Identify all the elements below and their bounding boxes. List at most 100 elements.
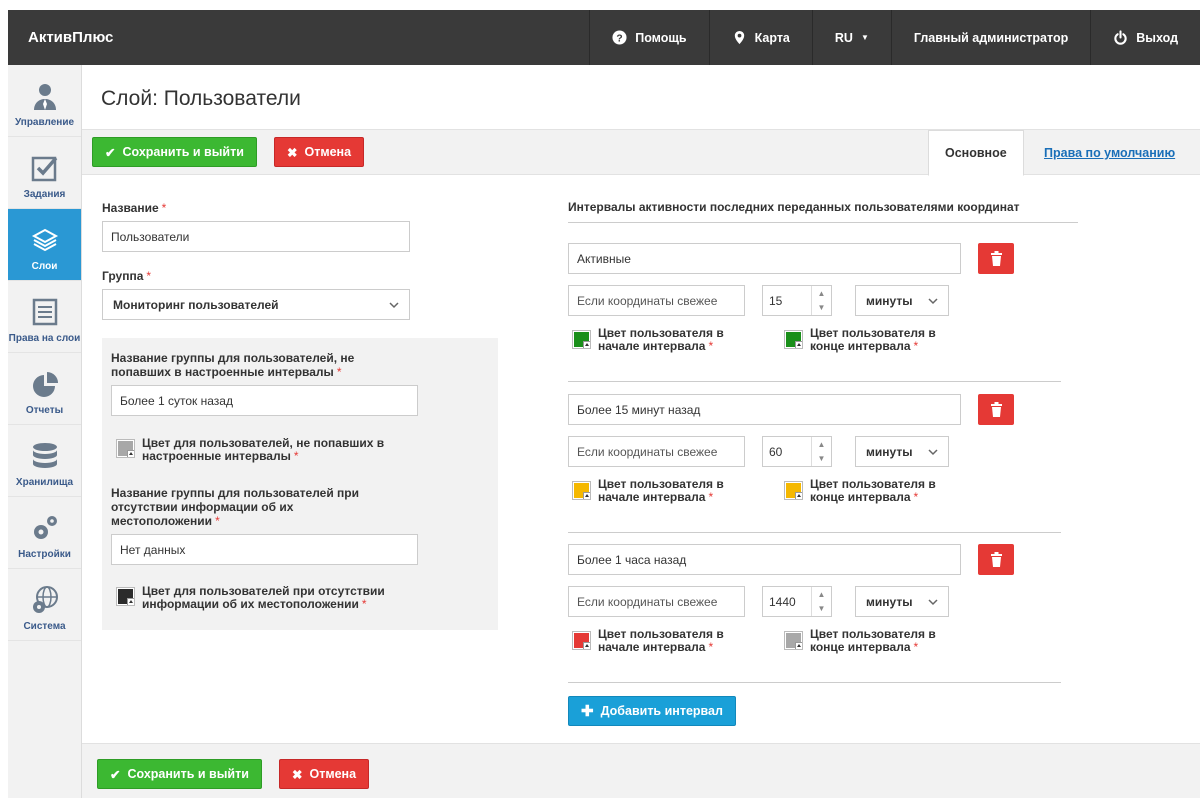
save-label: Сохранить и выйти xyxy=(122,145,244,159)
sidebar-item-label: Настройки xyxy=(18,549,71,560)
map-link[interactable]: Карта xyxy=(708,10,812,65)
stepper-up-icon[interactable]: ▲ xyxy=(812,286,831,301)
caret-down-icon: ▼ xyxy=(860,33,869,42)
sidebar-item-settings[interactable]: Настройки xyxy=(8,497,81,569)
bottom-cancel-button[interactable]: ✖ Отмена xyxy=(279,759,370,789)
logout-link[interactable]: Выход xyxy=(1090,10,1200,65)
end-color-picker[interactable] xyxy=(784,631,803,650)
stepper-value: 15 xyxy=(769,293,783,308)
trash-icon xyxy=(990,402,1002,417)
language-label: RU xyxy=(834,30,853,45)
unit-select-value: минуты xyxy=(866,444,913,459)
fresher-than-input[interactable]: Если координаты свежее xyxy=(568,586,745,617)
stepper-down-icon[interactable]: ▼ xyxy=(812,301,831,316)
pie-chart-icon xyxy=(32,372,58,397)
add-interval-button[interactable]: ✚ Добавить интервал xyxy=(568,696,736,726)
tab-main[interactable]: Основное xyxy=(928,130,1024,176)
stepper-down-icon[interactable]: ▼ xyxy=(812,452,831,467)
fresher-than-input[interactable]: Если координаты свежее xyxy=(568,436,745,467)
sidebar-item-system[interactable]: Система xyxy=(8,569,81,641)
sidebar-item-label: Задания xyxy=(23,189,66,200)
stepper-arrows: ▲ ▼ xyxy=(811,286,831,315)
outside-group-input[interactable]: Более 1 суток назад xyxy=(111,385,418,416)
plus-icon: ✚ xyxy=(581,703,594,720)
question-circle-icon: ? xyxy=(612,30,627,45)
sidebar-item-reports[interactable]: Отчеты xyxy=(8,353,81,425)
fresher-than-input[interactable]: Если координаты свежее xyxy=(568,285,745,316)
nodata-color-picker[interactable] xyxy=(116,587,135,606)
nodata-group-input[interactable]: Нет данных xyxy=(111,534,418,565)
picker-arrow-icon xyxy=(127,598,134,605)
sidebar-item-management[interactable]: Управление xyxy=(8,65,81,137)
user-icon xyxy=(33,84,56,110)
main-content: Слой: Пользователи ✔ Сохранить и выйти ✖… xyxy=(82,65,1200,798)
sidebar-item-storage[interactable]: Хранилища xyxy=(8,425,81,497)
stepper-arrows: ▲ ▼ xyxy=(811,587,831,616)
group-select[interactable]: Мониторинг пользователей xyxy=(102,289,410,320)
interval-minutes-stepper[interactable]: 60 ▲ ▼ xyxy=(762,436,832,467)
sidebar-item-label: Отчеты xyxy=(25,405,64,416)
group-select-value: Мониторинг пользователей xyxy=(113,297,279,312)
interval-minutes-stepper[interactable]: 1440 ▲ ▼ xyxy=(762,586,832,617)
save-and-exit-button[interactable]: ✔ Сохранить и выйти xyxy=(92,137,257,167)
interval-name-input[interactable]: Более 15 минут назад xyxy=(568,394,961,425)
tab-label: Права по умолчанию xyxy=(1044,146,1176,160)
app-brand[interactable]: АктивПлюс xyxy=(8,29,589,46)
close-icon: ✖ xyxy=(292,767,303,782)
name-label: Название * xyxy=(102,201,167,215)
delete-interval-button[interactable] xyxy=(978,394,1014,425)
interval-name-input[interactable]: Более 1 часа назад xyxy=(568,544,961,575)
end-color-label: Цвет пользователя в конце интервала * xyxy=(810,326,936,353)
start-color-picker[interactable] xyxy=(572,481,591,500)
user-menu[interactable]: Главный администратор xyxy=(890,10,1090,65)
tab-label: Основное xyxy=(945,146,1007,160)
interval-divider xyxy=(568,381,1061,382)
delete-interval-button[interactable] xyxy=(978,544,1014,575)
sidebar-item-label: Права на слои xyxy=(8,333,81,344)
stepper-down-icon[interactable]: ▼ xyxy=(812,602,831,617)
interval-unit-select[interactable]: минуты xyxy=(855,586,949,617)
interval-unit-select[interactable]: минуты xyxy=(855,285,949,316)
stepper-up-icon[interactable]: ▲ xyxy=(812,437,831,452)
checkbox-icon xyxy=(31,156,57,182)
picker-arrow-icon xyxy=(583,341,590,348)
interval-divider xyxy=(568,532,1061,533)
stepper-value: 1440 xyxy=(769,594,796,609)
tab-default-rights[interactable]: Права по умолчанию xyxy=(1044,130,1175,176)
interval-minutes-stepper[interactable]: 15 ▲ ▼ xyxy=(762,285,832,316)
picker-arrow-icon xyxy=(795,341,802,348)
chevron-down-icon xyxy=(928,297,938,304)
end-color-picker[interactable] xyxy=(784,481,803,500)
outside-color-label: Цвет для пользователей, не попавших в нас… xyxy=(142,436,385,463)
end-color-picker[interactable] xyxy=(784,330,803,349)
outside-group-label: Название группы для пользователей, не поп… xyxy=(111,351,355,379)
stepper-up-icon[interactable]: ▲ xyxy=(812,587,831,602)
bottom-save-and-exit-button[interactable]: ✔ Сохранить и выйти xyxy=(97,759,262,789)
chevron-down-icon xyxy=(928,598,938,605)
sidebar-item-layers[interactable]: Слои xyxy=(8,209,81,281)
start-color-picker[interactable] xyxy=(572,631,591,650)
add-interval-label: Добавить интервал xyxy=(600,704,723,718)
nodata-color-label: Цвет для пользователей при отсутствии инф… xyxy=(142,584,385,611)
delete-interval-button[interactable] xyxy=(978,243,1014,274)
outside-color-picker[interactable] xyxy=(116,439,135,458)
sidebar-item-tasks[interactable]: Задания xyxy=(8,137,81,209)
top-navbar: АктивПлюс ? Помощь Карта RU ▼ Главный ад… xyxy=(8,10,1200,65)
sidebar-item-layer-rights[interactable]: Права на слои xyxy=(8,281,81,353)
logout-label: Выход xyxy=(1136,30,1178,45)
interval-unit-select[interactable]: минуты xyxy=(855,436,949,467)
sidebar-item-label: Управление xyxy=(14,117,75,128)
start-color-picker[interactable] xyxy=(572,330,591,349)
name-input[interactable]: Пользователи xyxy=(102,221,410,252)
map-label: Карта xyxy=(754,30,790,45)
layers-icon xyxy=(31,228,58,252)
svg-text:?: ? xyxy=(617,33,623,44)
language-dropdown[interactable]: RU ▼ xyxy=(811,10,891,65)
power-icon xyxy=(1114,30,1127,45)
cancel-label: Отмена xyxy=(309,767,357,781)
close-icon: ✖ xyxy=(287,145,298,160)
interval-name-input[interactable]: Активные xyxy=(568,243,961,274)
help-link[interactable]: ? Помощь xyxy=(589,10,708,65)
cancel-button[interactable]: ✖ Отмена xyxy=(274,137,365,167)
check-icon: ✔ xyxy=(110,767,121,782)
